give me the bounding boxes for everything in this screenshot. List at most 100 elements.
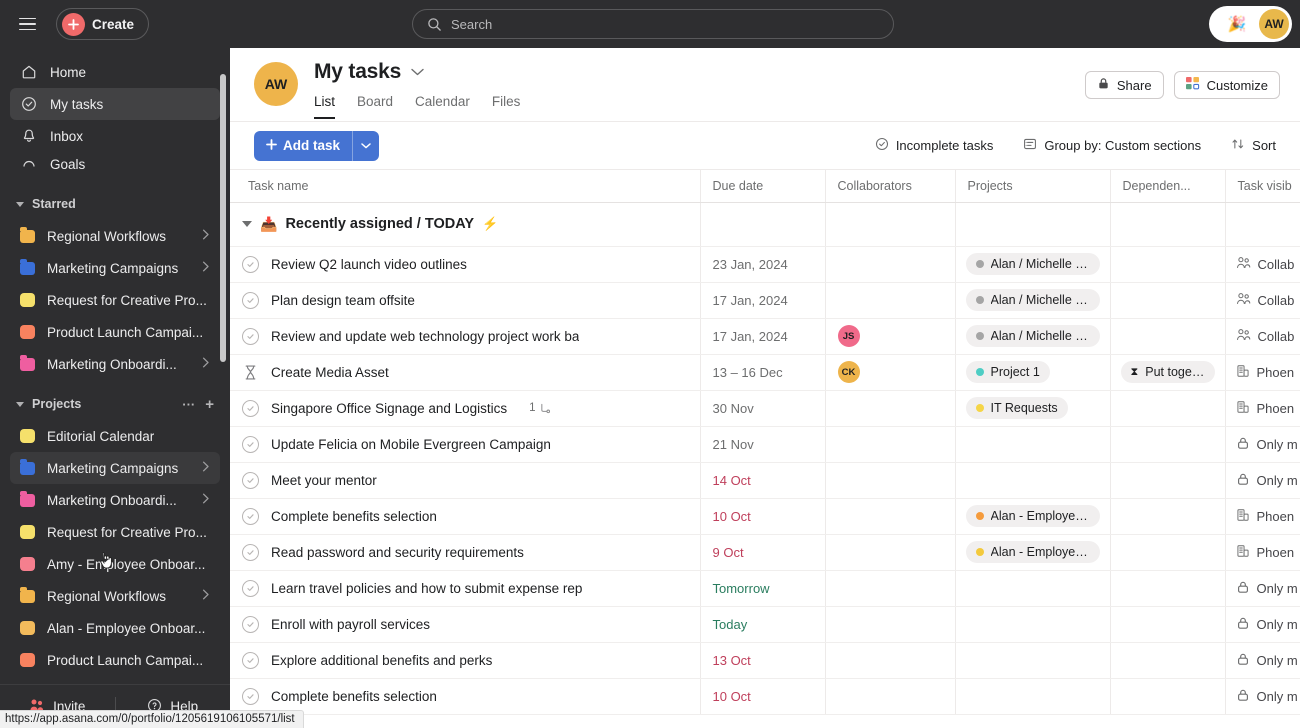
dependencies-cell[interactable] — [1110, 498, 1226, 535]
column-header-task-name[interactable]: Task name — [230, 170, 701, 203]
due-date-cell[interactable]: 13 Oct — [700, 642, 826, 679]
task-visibility-cell[interactable]: Only m — [1225, 570, 1300, 607]
dependencies-cell[interactable] — [1110, 246, 1226, 283]
hourglass-icon[interactable] — [242, 364, 259, 381]
task-name-cell[interactable]: Meet your mentor — [230, 462, 701, 499]
project-chip[interactable]: Alan / Michelle 1:1 — [965, 253, 1100, 275]
project-chip[interactable]: Alan / Michelle 1:1 — [965, 325, 1100, 347]
table-row[interactable]: Enroll with payroll services Today Only … — [230, 606, 1300, 643]
chevron-down-icon[interactable] — [411, 65, 424, 79]
tab-calendar[interactable]: Calendar — [415, 94, 470, 119]
collaborators-cell[interactable] — [825, 390, 956, 427]
projects-cell[interactable]: Project 1 — [955, 354, 1111, 391]
task-visibility-cell[interactable]: Phoen — [1225, 534, 1300, 571]
sidebar-project-item[interactable]: Editorial Calendar — [10, 420, 220, 452]
table-row[interactable]: Review and update web technology project… — [230, 318, 1300, 355]
check-circle-icon[interactable] — [242, 399, 259, 417]
task-visibility-cell[interactable]: Only m — [1225, 606, 1300, 643]
task-name-cell[interactable]: Complete benefits selection — [230, 678, 701, 715]
check-circle-icon[interactable] — [242, 687, 259, 705]
task-visibility-cell[interactable]: Phoen — [1225, 354, 1300, 391]
tab-board[interactable]: Board — [357, 94, 393, 119]
due-date-cell[interactable]: Tomorrow — [700, 570, 826, 607]
sort-button[interactable]: Sort — [1227, 132, 1280, 160]
table-row[interactable]: Meet your mentor 14 Oct Only m — [230, 462, 1300, 499]
project-chip[interactable]: Alan / Michelle 1:1 — [965, 289, 1100, 311]
sidebar-section-projects[interactable]: Projects ··· + — [10, 390, 220, 418]
add-task-button[interactable]: Add task — [254, 130, 380, 161]
dependencies-cell[interactable] — [1110, 462, 1226, 499]
search-input[interactable]: Search — [412, 9, 894, 39]
sidebar-starred-item[interactable]: Marketing Campaigns — [10, 252, 220, 284]
due-date-cell[interactable]: 9 Oct — [700, 534, 826, 571]
section-header-cell[interactable]: 📥 Recently assigned / TODAY ⚡ — [230, 202, 701, 247]
sidebar-item-home[interactable]: Home — [10, 56, 220, 88]
projects-cell[interactable]: Alan - Employee ... — [955, 534, 1111, 571]
sidebar-starred-item[interactable]: Marketing Onboardi... — [10, 348, 220, 380]
collaborator-avatar[interactable]: JS — [837, 325, 860, 347]
check-circle-icon[interactable] — [242, 435, 259, 453]
task-name-cell[interactable]: Plan design team offsite — [230, 282, 701, 319]
sidebar-starred-item[interactable]: Request for Creative Pro... — [10, 284, 220, 316]
dependencies-cell[interactable] — [1110, 606, 1226, 643]
sidebar-starred-item[interactable]: Regional Workflows — [10, 220, 220, 252]
sidebar-project-item[interactable]: Product Launch Campai... — [10, 644, 220, 676]
customize-button[interactable]: Customize — [1173, 71, 1280, 99]
check-circle-icon[interactable] — [242, 327, 259, 345]
table-row[interactable]: Complete benefits selection 10 Oct Alan … — [230, 498, 1300, 535]
task-visibility-cell[interactable]: Only m — [1225, 426, 1300, 463]
chevron-right-icon[interactable] — [202, 229, 210, 243]
projects-cell[interactable]: Alan / Michelle 1:1 — [955, 282, 1111, 319]
task-name-cell[interactable]: Enroll with payroll services — [230, 606, 701, 643]
check-circle-icon[interactable] — [242, 255, 259, 273]
project-chip[interactable]: Alan - Employee ... — [965, 541, 1100, 563]
table-row[interactable]: Update Felicia on Mobile Evergreen Campa… — [230, 426, 1300, 463]
check-circle-icon[interactable] — [242, 543, 259, 561]
task-visibility-cell[interactable]: Collab — [1225, 246, 1300, 283]
collaborators-cell[interactable] — [825, 426, 956, 463]
projects-cell[interactable] — [955, 678, 1111, 715]
due-date-cell[interactable]: 10 Oct — [700, 678, 826, 715]
collaborators-cell[interactable] — [825, 570, 956, 607]
tab-files[interactable]: Files — [492, 94, 521, 119]
sidebar-project-item[interactable]: Request for Creative Pro... — [10, 516, 220, 548]
hamburger-icon[interactable] — [10, 7, 44, 41]
column-header-due-date[interactable]: Due date — [700, 170, 826, 203]
projects-cell[interactable]: Alan - Employee ... — [955, 498, 1111, 535]
table-row[interactable]: Review Q2 launch video outlines 23 Jan, … — [230, 246, 1300, 283]
task-name-cell[interactable]: Learn travel policies and how to submit … — [230, 570, 701, 607]
column-header-task-visibility[interactable]: Task visib — [1225, 170, 1300, 203]
sidebar-project-item[interactable]: Marketing Campaigns — [10, 452, 220, 484]
ellipsis-icon[interactable]: ··· — [182, 397, 195, 412]
task-name-cell[interactable]: Review and update web technology project… — [230, 318, 701, 355]
due-date-cell[interactable]: 13 – 16 Dec — [700, 354, 826, 391]
sidebar-section-starred[interactable]: Starred — [10, 190, 220, 218]
projects-cell[interactable] — [955, 570, 1111, 607]
collaborators-cell[interactable] — [825, 462, 956, 499]
collaborators-cell[interactable] — [825, 678, 956, 715]
chevron-right-icon[interactable] — [202, 589, 210, 603]
tab-list[interactable]: List — [314, 94, 336, 119]
sidebar-project-item[interactable]: Alan - Employee Onboar... — [10, 612, 220, 644]
check-circle-icon[interactable] — [242, 651, 259, 669]
due-date-cell[interactable]: 17 Jan, 2024 — [700, 282, 826, 319]
due-date-cell[interactable]: 17 Jan, 2024 — [700, 318, 826, 355]
task-name-cell[interactable]: Explore additional benefits and perks — [230, 642, 701, 679]
projects-cell[interactable] — [955, 642, 1111, 679]
column-header-dependencies[interactable]: Dependen... — [1110, 170, 1226, 203]
due-date-cell[interactable]: 14 Oct — [700, 462, 826, 499]
due-date-cell[interactable]: 21 Nov — [700, 426, 826, 463]
collaborators-cell[interactable] — [825, 246, 956, 283]
dependencies-cell[interactable] — [1110, 282, 1226, 319]
due-date-cell[interactable]: Today — [700, 606, 826, 643]
task-visibility-cell[interactable]: Phoen — [1225, 390, 1300, 427]
sidebar-item-goals[interactable]: Goals — [10, 148, 220, 180]
task-visibility-cell[interactable]: Only m — [1225, 642, 1300, 679]
due-date-cell[interactable]: 30 Nov — [700, 390, 826, 427]
project-chip[interactable]: IT Requests — [965, 397, 1068, 419]
projects-cell[interactable]: IT Requests — [955, 390, 1111, 427]
due-date-cell[interactable]: 10 Oct — [700, 498, 826, 535]
table-row[interactable]: Singapore Office Signage and Logistics 1 … — [230, 390, 1300, 427]
caret-down-icon[interactable] — [242, 221, 252, 227]
collaborators-cell[interactable] — [825, 642, 956, 679]
